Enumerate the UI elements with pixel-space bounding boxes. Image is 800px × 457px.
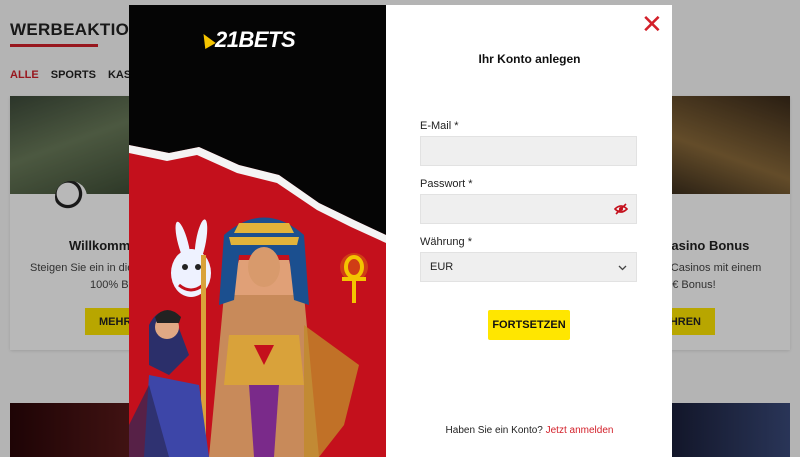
eye-off-icon[interactable] (614, 203, 628, 215)
brand-logo: 21BETS (198, 27, 296, 53)
currency-value: EUR (430, 261, 454, 273)
modal-art-panel: 21BETS (129, 5, 386, 457)
promo-artwork (129, 145, 386, 457)
password-field[interactable] (420, 194, 637, 224)
currency-select[interactable]: EUR (420, 252, 637, 282)
email-input[interactable] (430, 137, 627, 165)
continue-button[interactable]: FORTSETZEN (488, 310, 570, 340)
logo-bolt-icon (198, 30, 216, 50)
email-field[interactable] (420, 136, 637, 166)
password-input[interactable] (430, 195, 627, 223)
register-modal: 21BETS ✕ Ihr Konto anlegen E-Mail * Pass… (129, 5, 672, 457)
password-label: Passwort * (420, 178, 473, 190)
close-icon[interactable]: ✕ (641, 12, 663, 38)
chevron-down-icon (618, 265, 627, 271)
form-title: Ihr Konto anlegen (478, 52, 581, 66)
email-label: E-Mail * (420, 120, 459, 132)
logo-text: 21BETS (215, 27, 296, 52)
currency-label: Währung * (420, 236, 472, 248)
login-link[interactable]: Jetzt anmelden (546, 425, 614, 436)
login-prompt-text: Haben Sie ein Konto? (445, 425, 543, 436)
login-prompt-line: Haben Sie ein Konto? Jetzt anmelden (387, 425, 672, 436)
